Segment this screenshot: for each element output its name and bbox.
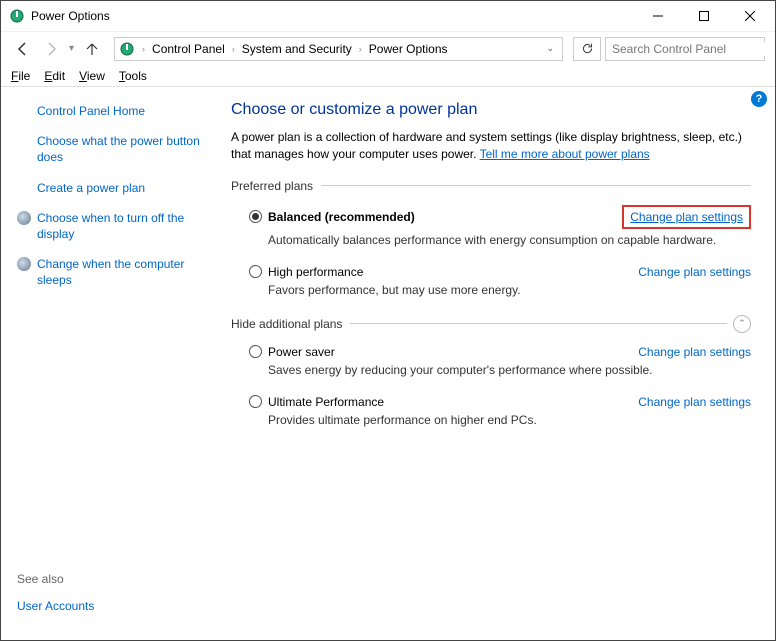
power-options-icon (119, 41, 135, 57)
sidebar-turn-off-display[interactable]: Choose when to turn off the display (17, 210, 205, 242)
plan-high-performance-radio[interactable] (249, 265, 262, 278)
sidebar-power-button[interactable]: Choose what the power button does (17, 133, 205, 165)
change-plan-settings-power-saver[interactable]: Change plan settings (638, 345, 751, 359)
address-bar: ▾ › Control Panel › System and Security … (1, 31, 775, 65)
plan-power-saver-desc: Saves energy by reducing your computer's… (249, 363, 751, 377)
sidebar-computer-sleeps[interactable]: Change when the computer sleeps (17, 256, 205, 288)
window-controls (635, 1, 773, 31)
change-plan-settings-ultimate[interactable]: Change plan settings (638, 395, 751, 409)
plan-power-saver-name[interactable]: Power saver (268, 345, 335, 359)
window-title: Power Options (31, 9, 635, 23)
plan-balanced-desc: Automatically balances performance with … (249, 233, 751, 247)
collapse-icon[interactable]: ⌃ (733, 315, 751, 333)
plan-high-performance: High performance Change plan settings Fa… (231, 265, 751, 297)
search-input[interactable] (612, 42, 767, 56)
plan-ultimate-desc: Provides ultimate performance on higher … (249, 413, 751, 427)
maximize-button[interactable] (681, 1, 727, 31)
close-button[interactable] (727, 1, 773, 31)
change-plan-settings-high-performance[interactable]: Change plan settings (638, 265, 751, 279)
minimize-button[interactable] (635, 1, 681, 31)
address-box[interactable]: › Control Panel › System and Security › … (114, 37, 563, 61)
plan-balanced: Balanced (recommended) Change plan setti… (231, 205, 751, 247)
body: Control Panel Home Choose what the power… (1, 87, 775, 640)
tell-me-more-link[interactable]: Tell me more about power plans (480, 147, 650, 161)
plan-high-performance-desc: Favors performance, but may use more ene… (249, 283, 751, 297)
menu-file[interactable]: File (11, 69, 30, 83)
power-options-icon (9, 8, 25, 24)
hide-additional-label[interactable]: Hide additional plans ⌃ (231, 315, 751, 333)
main-content: ? Choose or customize a power plan A pow… (217, 87, 775, 640)
sidebar: Control Panel Home Choose what the power… (1, 87, 217, 640)
chevron-right-icon[interactable]: › (358, 44, 363, 54)
breadcrumb-control-panel[interactable]: Control Panel (148, 40, 229, 58)
plan-ultimate: Ultimate Performance Change plan setting… (231, 395, 751, 427)
menu-bar: File Edit View Tools (1, 65, 775, 87)
search-box[interactable] (605, 37, 765, 61)
page-heading: Choose or customize a power plan (231, 101, 751, 119)
back-button[interactable] (11, 37, 35, 61)
plan-ultimate-name[interactable]: Ultimate Performance (268, 395, 384, 409)
up-button[interactable] (80, 37, 104, 61)
menu-view[interactable]: View (79, 69, 105, 83)
refresh-button[interactable] (573, 37, 601, 61)
change-plan-settings-balanced[interactable]: Change plan settings (622, 205, 751, 229)
breadcrumb-system-security[interactable]: System and Security (238, 40, 356, 58)
plan-ultimate-radio[interactable] (249, 395, 262, 408)
breadcrumb-power-options[interactable]: Power Options (365, 40, 452, 58)
titlebar: Power Options (1, 1, 775, 31)
plan-balanced-radio[interactable] (249, 210, 262, 223)
help-icon[interactable]: ? (751, 91, 767, 107)
see-also-label: See also (17, 572, 205, 586)
recent-locations-dropdown[interactable]: ▾ (69, 43, 74, 54)
chevron-right-icon[interactable]: › (141, 44, 146, 54)
sidebar-control-panel-home[interactable]: Control Panel Home (17, 103, 205, 119)
forward-button[interactable] (39, 37, 63, 61)
sidebar-create-plan[interactable]: Create a power plan (17, 180, 205, 196)
preferred-plans-label: Preferred plans (231, 179, 751, 193)
plan-balanced-name[interactable]: Balanced (recommended) (268, 210, 415, 224)
menu-edit[interactable]: Edit (44, 69, 65, 83)
address-dropdown-button[interactable]: ⌄ (542, 43, 558, 54)
chevron-right-icon[interactable]: › (231, 44, 236, 54)
plan-high-performance-name[interactable]: High performance (268, 265, 363, 279)
plan-power-saver-radio[interactable] (249, 345, 262, 358)
menu-tools[interactable]: Tools (119, 69, 147, 83)
window: Power Options ▾ › Control Panel › System… (0, 0, 776, 641)
plan-power-saver: Power saver Change plan settings Saves e… (231, 345, 751, 377)
page-description: A power plan is a collection of hardware… (231, 129, 751, 163)
sidebar-user-accounts[interactable]: User Accounts (17, 598, 205, 614)
